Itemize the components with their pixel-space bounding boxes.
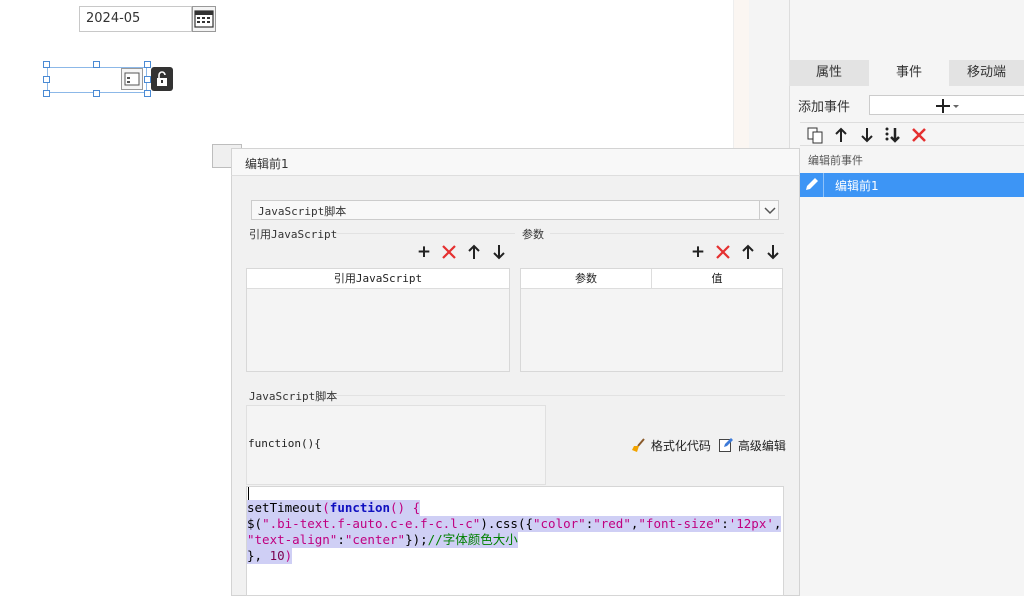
move-up-icon[interactable] xyxy=(740,244,756,260)
script-section-label: JavaScript脚本 xyxy=(249,390,338,403)
param-name-column-header: 参数 xyxy=(521,269,652,289)
params-table: 参数 值 xyxy=(520,268,783,372)
move-down-icon[interactable] xyxy=(765,244,781,260)
edit-icon[interactable] xyxy=(800,173,824,197)
code-line: }, 10) xyxy=(247,548,293,564)
divider xyxy=(335,233,515,234)
move-up-icon[interactable] xyxy=(832,126,850,144)
text-cursor xyxy=(248,487,249,501)
unlock-icon[interactable] xyxy=(151,67,173,91)
add-icon[interactable]: + xyxy=(690,244,706,261)
advanced-edit-button[interactable]: 高级编辑 xyxy=(718,437,786,454)
function-header-text: function(){ xyxy=(248,437,321,450)
resize-handle[interactable] xyxy=(43,90,50,97)
add-event-dropdown[interactable] xyxy=(869,95,1024,115)
ref-js-column-header: 引用JavaScript xyxy=(247,269,509,289)
tab-properties[interactable]: 属性 xyxy=(789,60,869,86)
resize-handle[interactable] xyxy=(93,90,100,97)
copy-icon[interactable] xyxy=(806,126,824,144)
divider xyxy=(550,233,784,234)
code-line: $(".bi-text.f-auto.c-e.f-c.l-c").css({"c… xyxy=(247,516,782,532)
resize-handle[interactable] xyxy=(43,61,50,68)
resize-handle[interactable] xyxy=(93,61,100,68)
delete-icon[interactable] xyxy=(441,244,457,260)
edit-document-icon xyxy=(718,438,738,453)
event-group-label: 编辑前事件 xyxy=(808,154,863,167)
advanced-edit-label: 高级编辑 xyxy=(737,439,786,453)
move-down-icon[interactable] xyxy=(858,126,876,144)
param-value-column-header: 值 xyxy=(652,269,782,289)
chevron-down-icon[interactable] xyxy=(759,200,779,220)
format-code-button[interactable]: 格式化代码 xyxy=(631,437,711,454)
params-section-label: 参数 xyxy=(522,228,544,241)
event-item-label: 编辑前1 xyxy=(835,179,879,193)
tab-events[interactable]: 事件 xyxy=(869,60,949,86)
panel-tabs: 属性 事件 移动端 xyxy=(789,60,1024,86)
ref-js-section-label: 引用JavaScript xyxy=(249,228,338,241)
move-bottom-icon[interactable] xyxy=(884,126,902,144)
event-toolbar xyxy=(800,122,1024,146)
script-type-select[interactable]: JavaScript脚本 xyxy=(251,200,779,220)
resize-handle[interactable] xyxy=(144,90,151,97)
add-event-label: 添加事件 xyxy=(798,100,851,115)
move-up-icon[interactable] xyxy=(466,244,482,260)
divider xyxy=(335,395,785,396)
date-input[interactable]: 2024-05 xyxy=(79,6,192,32)
ref-js-table: 引用JavaScript xyxy=(246,268,510,372)
move-down-icon[interactable] xyxy=(491,244,507,260)
dialog-header xyxy=(231,148,800,176)
resize-handle[interactable] xyxy=(43,76,50,83)
delete-icon[interactable] xyxy=(715,244,731,260)
canvas-divider xyxy=(733,0,749,150)
event-item[interactable] xyxy=(800,173,1024,197)
calendar-icon[interactable] xyxy=(192,6,216,32)
resize-handle[interactable] xyxy=(144,76,151,83)
resize-handle[interactable] xyxy=(144,61,151,68)
tab-mobile[interactable]: 移动端 xyxy=(949,60,1024,86)
property-panel xyxy=(789,0,1024,596)
canvas-margin xyxy=(749,0,789,150)
format-code-label: 格式化代码 xyxy=(650,439,711,453)
code-line: "text-align":"center"});//字体颜色大小 xyxy=(247,532,518,548)
broom-icon xyxy=(631,438,651,453)
delete-icon[interactable] xyxy=(910,126,928,144)
code-line: setTimeout(function() { xyxy=(247,500,421,516)
dialog-title: 编辑前1 xyxy=(245,157,289,171)
calendar-small-icon[interactable] xyxy=(121,68,143,90)
add-icon[interactable]: + xyxy=(416,244,432,261)
